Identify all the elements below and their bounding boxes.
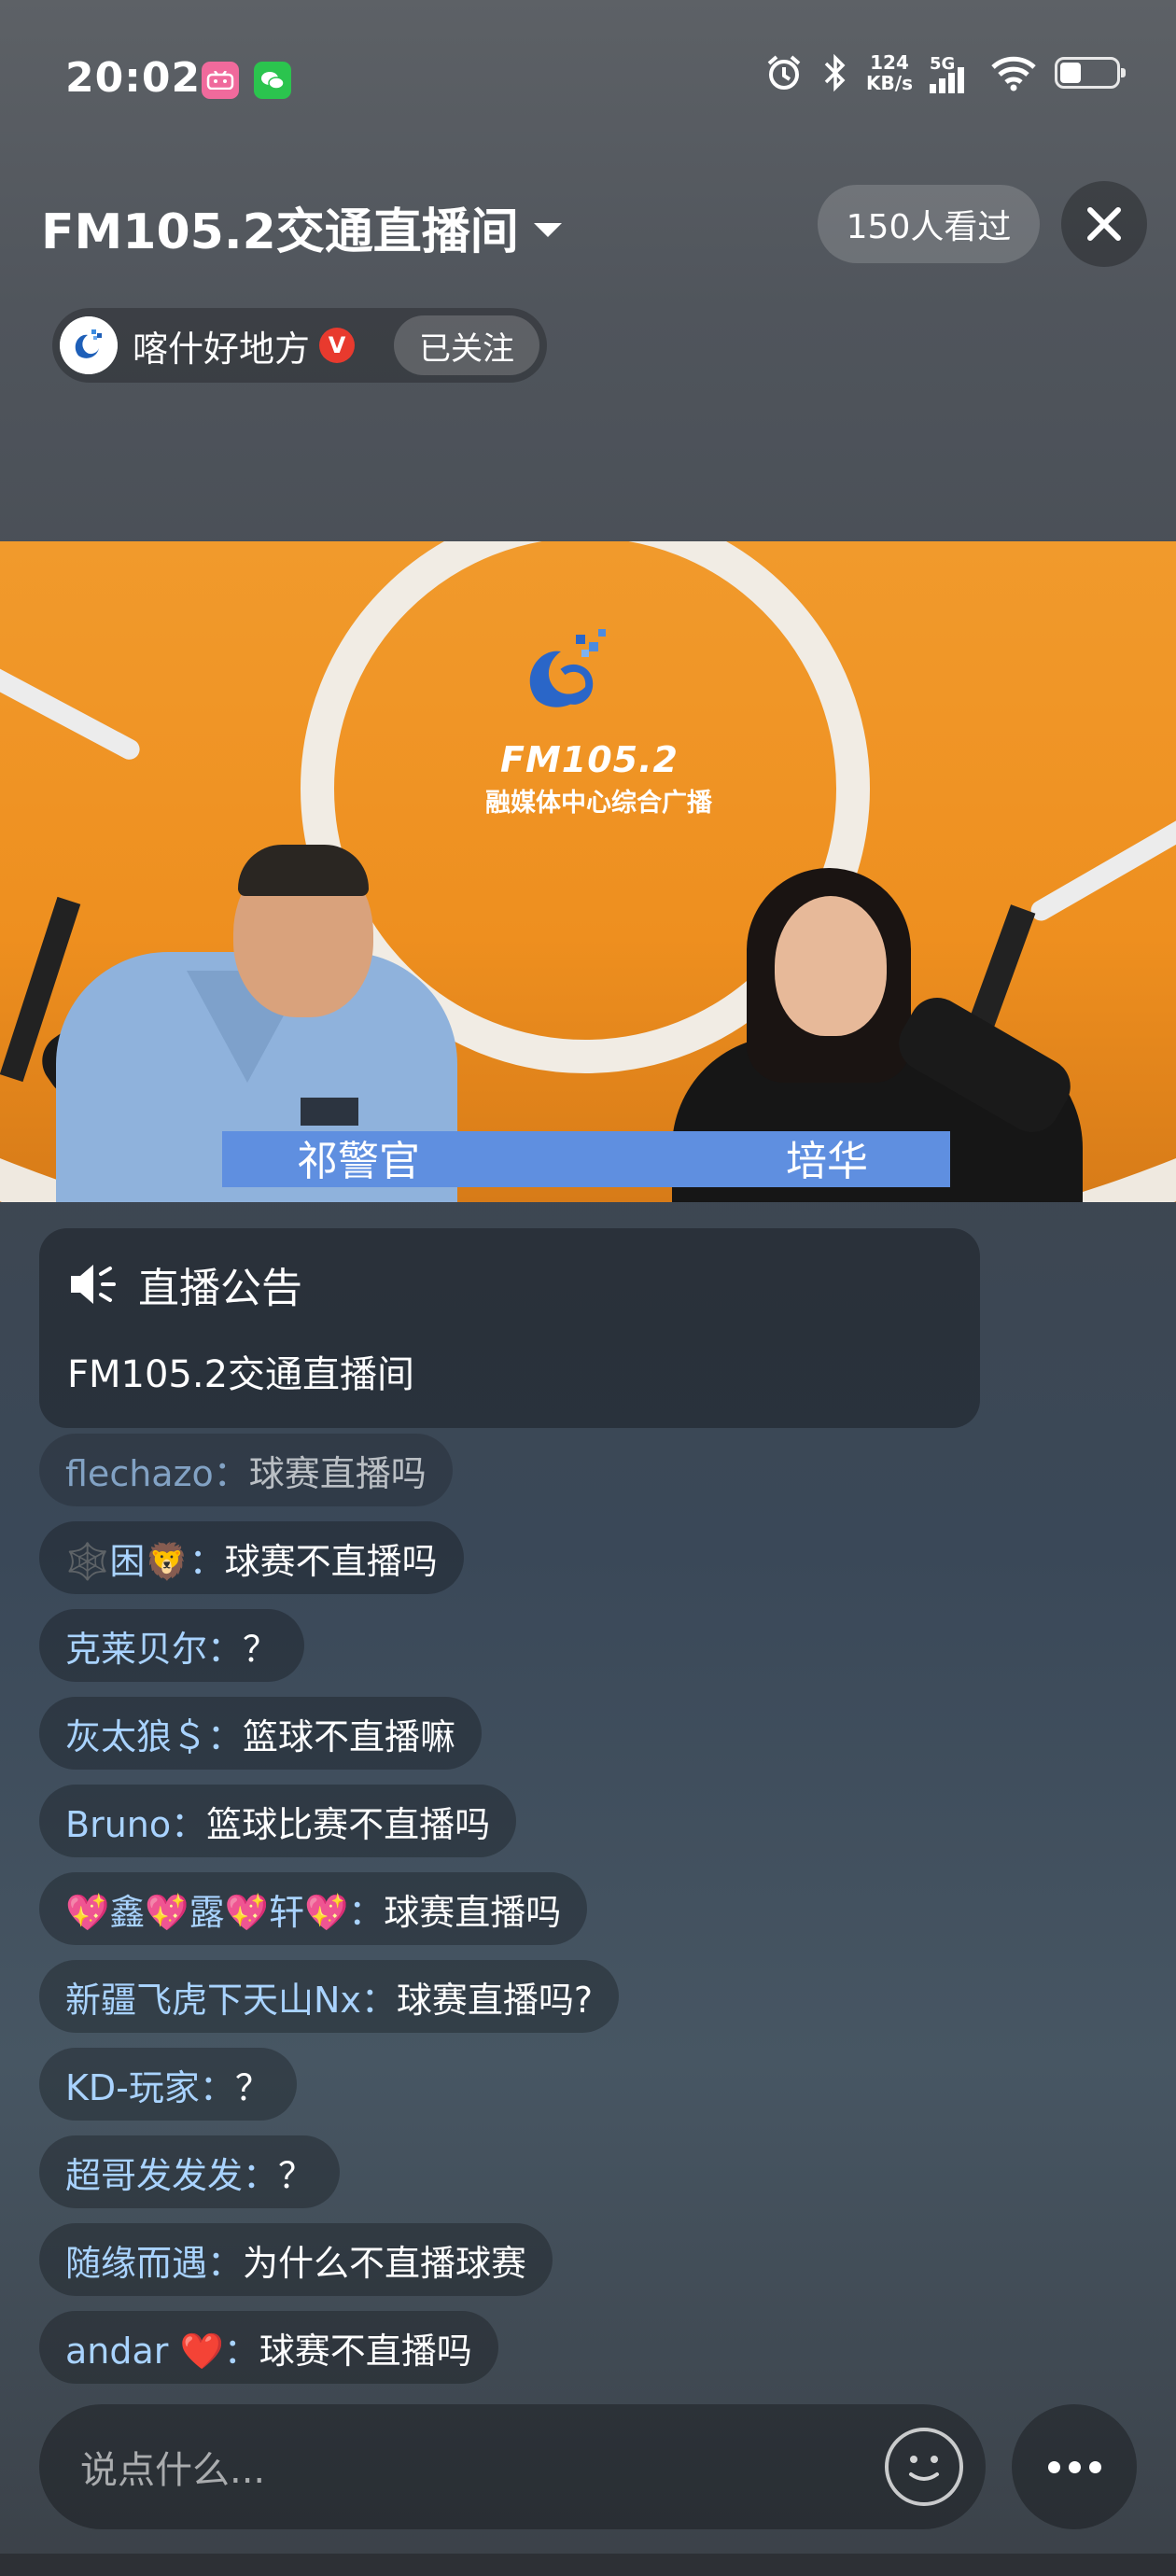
station-logo-icon [529, 629, 606, 707]
chat-username[interactable]: 随缘而遇： [65, 2234, 243, 2286]
chat-message[interactable]: 超哥发发发：？ [39, 2135, 341, 2208]
caption-name-left: 祁警官 [297, 1138, 420, 1185]
chat-text: ？ [234, 2066, 271, 2108]
comment-input[interactable]: 说点什么... [80, 2440, 885, 2494]
more-dot [1047, 2460, 1060, 2473]
chat-text: ？ [278, 2154, 315, 2196]
announcement-header: 直播公告 [67, 1254, 302, 1314]
bottom-bar [0, 2554, 1176, 2576]
room-title[interactable]: FM105.2交通直播间 [41, 192, 562, 262]
alarm-icon [767, 55, 801, 90]
chat-username[interactable]: 克莱贝尔： [65, 1620, 243, 1672]
chat-text: ？ [243, 1628, 279, 1670]
chat-text: 球赛直播吗 [384, 1891, 562, 1933]
station-brand: FM105.2 [500, 739, 679, 780]
battery-icon [1055, 57, 1126, 89]
chat-message[interactable]: 克莱贝尔：？ [39, 1609, 305, 1682]
live-video[interactable]: FM105.2 融媒体中心综合广播 祁警官 培华 [0, 541, 1176, 1202]
chat-message[interactable]: flechazo： 球赛直播吗 [39, 1434, 453, 1506]
announcement-title: 直播公告 [138, 1265, 302, 1312]
signal-icon: 5G [930, 52, 973, 93]
chat-username[interactable]: andar ❤️： [65, 2322, 259, 2373]
chat-text: 球赛不直播吗 [259, 2330, 472, 2372]
chat-username[interactable]: 灰太狼＄： [65, 1708, 243, 1759]
viewer-count[interactable]: 150人看过 [818, 185, 1040, 263]
chat-text: 为什么不直播球赛 [243, 2242, 527, 2284]
wechat-icon [254, 62, 291, 99]
more-dot [1088, 2460, 1101, 2473]
status-right-icons: 124 KB/s 5G [763, 51, 1126, 94]
chat-message[interactable]: 随缘而遇： 为什么不直播球赛 [39, 2223, 553, 2296]
wifi-icon [991, 56, 1036, 91]
chevron-down-icon[interactable] [533, 223, 562, 237]
host-chip[interactable]: 喀什好地方 V 已关注 [52, 308, 547, 383]
host-name: 喀什好地方 [133, 328, 311, 370]
live-announcement[interactable]: 直播公告 FM105.2交通直播间 [39, 1228, 980, 1428]
chat-text: 球赛直播吗 [248, 1452, 427, 1494]
chat-username[interactable]: 🕸️困🦁： [65, 1533, 225, 1584]
avatar[interactable] [60, 316, 118, 374]
close-button[interactable] [1061, 181, 1147, 267]
close-icon [1087, 207, 1121, 241]
emoji-icon [909, 2456, 939, 2481]
chat-username[interactable]: Bruno： [65, 1796, 206, 1847]
speaker-icon [71, 1265, 116, 1304]
chat-message[interactable]: 新疆飞虎下天山Nx： 球赛直播吗? [39, 1960, 620, 2033]
room-title-text: FM105.2交通直播间 [41, 204, 519, 260]
chat-text: 篮球比赛不直播吗 [206, 1803, 491, 1845]
host-face [775, 896, 887, 1036]
chat-message[interactable]: 🕸️困🦁： 球赛不直播吗 [39, 1521, 464, 1594]
officer-hair [238, 845, 369, 896]
comment-bar[interactable]: 说点什么... [39, 2404, 986, 2529]
caption-name-right: 培华 [786, 1138, 868, 1185]
announcement-body: FM105.2交通直播间 [67, 1353, 415, 1396]
chat-username[interactable]: 超哥发发发： [65, 2147, 278, 2198]
net-speed: 124 KB/s [866, 51, 913, 94]
chat-message[interactable]: 灰太狼＄： 篮球不直播嘛 [39, 1697, 483, 1770]
bluetooth-icon [824, 53, 846, 92]
chat-message[interactable]: andar ❤️： 球赛不直播吗 [39, 2311, 498, 2384]
more-dot [1068, 2460, 1081, 2473]
chat-text: 球赛不直播吗 [224, 1540, 438, 1582]
chat-message[interactable]: 💖鑫💖露💖轩💖： 球赛直播吗 [39, 1872, 588, 1945]
status-time: 20:02 [65, 54, 202, 102]
chat-message[interactable]: Bruno： 篮球比赛不直播吗 [39, 1785, 517, 1857]
officer-badge [301, 1098, 358, 1126]
follow-button[interactable]: 已关注 [394, 315, 539, 375]
chat-username[interactable]: KD-玩家： [65, 2059, 235, 2110]
verified-badge: V [319, 328, 356, 363]
chat-text: 篮球不直播嘛 [243, 1715, 456, 1757]
status-bar: 20:02 124 KB/s 5G [0, 0, 1176, 159]
emoji-button[interactable] [885, 2428, 963, 2506]
station-subtitle: 融媒体中心综合广播 [485, 789, 712, 818]
bilibili-icon [202, 62, 239, 99]
chat-username[interactable]: flechazo： [65, 1445, 249, 1496]
more-options-button[interactable] [1012, 2404, 1137, 2529]
chat-message[interactable]: KD-玩家：？ [39, 2048, 297, 2121]
chat-username[interactable]: 新疆飞虎下天山Nx： [65, 1971, 397, 2023]
chat-username[interactable]: 💖鑫💖露💖轩💖： [65, 1883, 384, 1935]
chat-text: 球赛直播吗? [396, 1979, 594, 2021]
